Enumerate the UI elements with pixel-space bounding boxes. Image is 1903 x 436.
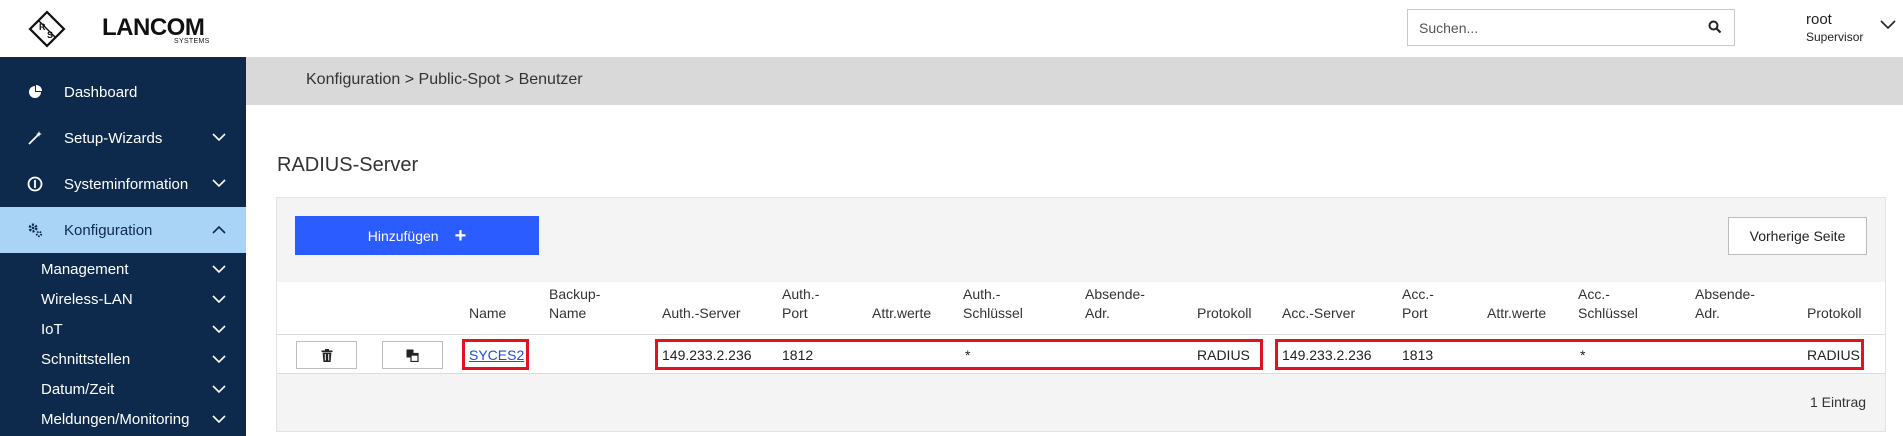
plus-icon: + [454,224,467,247]
user-menu-chevron-icon[interactable] [1880,20,1896,30]
search-input[interactable] [1408,10,1688,45]
copy-row-button[interactable] [382,341,443,369]
column-header-acc-source-address[interactable]: Absende- Adr. [1695,285,1755,323]
chevron-down-icon [212,385,226,394]
chevron-down-icon [212,179,226,188]
chevron-down-icon [212,355,226,364]
user-name[interactable]: root [1806,11,1832,28]
breadcrumb: Konfiguration > Public-Spot > Benutzer [246,57,1903,105]
column-header-auth-key[interactable]: Auth.- Schlüssel [963,285,1023,323]
previous-page-button[interactable]: Vorherige Seite [1728,217,1867,255]
sidebar-subitem-schnittstellen[interactable]: Schnittstellen [0,344,246,374]
sidebar-subitem-iot[interactable]: IoT [0,314,246,344]
sidebar-subitem-datum-zeit[interactable]: Datum/Zeit [0,374,246,404]
rs-logo-icon: R S [28,10,66,48]
sidebar-subitem-management[interactable]: Management [0,254,246,284]
dashboard-icon [29,85,42,98]
column-header-auth-attr[interactable]: Attr.werte [872,304,931,323]
column-header-acc-port[interactable]: Acc.- Port [1402,285,1434,323]
svg-text:R: R [39,22,46,32]
column-header-acc-server[interactable]: Acc.-Server [1282,304,1355,323]
search-icon[interactable] [1708,20,1722,34]
chevron-down-icon [212,295,226,304]
top-bar: R S LANCOM SYSTEMS root Supervisor [0,0,1903,57]
copy-icon [406,349,419,362]
info-icon [27,176,43,192]
table-header: Name Backup- Name Auth.-Server Auth.- Port… [277,282,1885,334]
sidebar-item-label: Systeminformation [64,175,189,193]
chevron-down-icon [212,325,226,334]
breadcrumb-text[interactable]: Konfiguration > Public-Spot > Benutzer [306,71,583,89]
column-header-auth-protocol[interactable]: Protokoll [1197,304,1251,323]
sidebar: Dashboard Setup-Wizards Systeminformatio… [0,57,246,436]
page-title: RADIUS-Server [277,154,419,176]
chevron-up-icon [212,225,226,234]
sidebar-subitem-label: IoT [41,320,63,338]
sidebar-subitem-wireless-lan[interactable]: Wireless-LAN [0,284,246,314]
table-row: SYCES2 149.233.2.236 1812 * RADIUS 149.2… [277,334,1885,374]
sidebar-subitem-label: Datum/Zeit [41,380,115,398]
add-button-label: Hinzufügen [367,227,439,244]
column-header-auth-source-address[interactable]: Absende- Adr. [1085,285,1145,323]
sidebar-item-label: Konfiguration [64,221,153,239]
highlight-name-box [462,339,529,370]
svg-text:S: S [47,30,53,40]
column-header-acc-attr[interactable]: Attr.werte [1487,304,1546,323]
sidebar-item-setup-wizards[interactable]: Setup-Wizards [0,115,246,161]
column-header-acc-protocol[interactable]: Protokoll [1807,304,1861,323]
chevron-down-icon [212,133,226,142]
column-header-backup-name[interactable]: Backup- Name [549,285,600,323]
chevron-down-icon [212,415,226,424]
column-header-acc-key[interactable]: Acc.- Schlüssel [1578,285,1638,323]
user-role: Supervisor [1806,30,1864,44]
column-header-name[interactable]: Name [469,304,506,323]
sidebar-subitem-label: Schnittstellen [41,350,131,368]
highlight-acc-box [1275,339,1864,370]
column-header-auth-port[interactable]: Auth.- Port [782,285,819,323]
entry-count: 1 Eintrag [1810,394,1867,410]
trash-icon [321,348,332,362]
wand-icon [28,131,42,145]
sidebar-subitem-label: Wireless-LAN [41,290,133,308]
gears-icon [28,223,43,238]
highlight-auth-box [655,339,1263,370]
chevron-down-icon [212,265,226,274]
sidebar-item-label: Setup-Wizards [64,129,163,147]
sidebar-subitem-label: Management [41,260,129,278]
sidebar-subitem-label: Meldungen/Monitoring [41,410,190,428]
sidebar-item-dashboard[interactable]: Dashboard [0,69,246,115]
search-box [1407,9,1735,46]
delete-row-button[interactable] [296,341,357,369]
add-button[interactable]: Hinzufügen + [295,216,539,255]
sidebar-item-konfiguration[interactable]: Konfiguration [0,207,246,253]
sidebar-item-label: Dashboard [64,83,138,101]
sidebar-subitem-meldungen-monitoring[interactable]: Meldungen/Monitoring [0,404,246,434]
brand-subtitle: SYSTEMS [174,38,210,45]
column-header-auth-server[interactable]: Auth.-Server [662,304,741,323]
sidebar-item-systeminformation[interactable]: Systeminformation [0,161,246,207]
